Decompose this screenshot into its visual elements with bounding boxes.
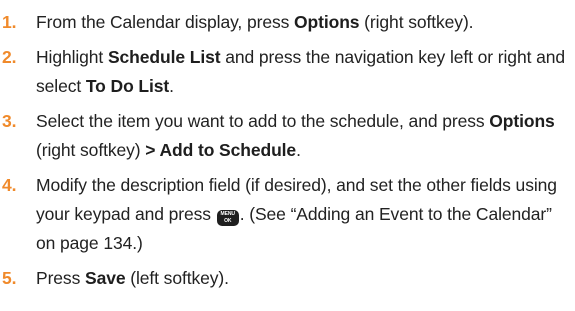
menu-ok-key-icon: MENU OK <box>216 210 239 226</box>
step-text-segment: From the Calendar display, press <box>36 12 295 32</box>
step-text-segment: . <box>296 140 301 160</box>
step-item: 4. Modify the description field (if desir… <box>0 171 567 258</box>
step-text-segment: Press <box>36 268 85 288</box>
step-text-segment: (left softkey). <box>125 268 229 288</box>
step-number: 4. <box>2 175 17 195</box>
step-emphasis: Schedule List <box>107 47 221 67</box>
step-text: Press Save (left softkey). <box>36 268 229 288</box>
step-number: 3. <box>2 111 17 131</box>
step-text-segment: (right softkey) <box>36 140 146 160</box>
step-emphasis: > Add to Schedule <box>145 140 297 160</box>
step-item: 1. From the Calendar display, press Optio… <box>0 8 567 37</box>
step-item: 5. Press Save (left softkey). <box>0 264 567 293</box>
step-emphasis: Options <box>294 12 360 32</box>
step-number: 1. <box>2 12 17 32</box>
step-text-segment: (right softkey). <box>359 12 474 32</box>
step-text: Highlight Schedule List and press the na… <box>36 47 565 96</box>
step-emphasis: Options <box>489 111 555 131</box>
step-text-segment: Select the item you want to add to the s… <box>36 111 490 131</box>
step-text: Modify the description field (if desired… <box>36 175 557 253</box>
step-text: Select the item you want to add to the s… <box>36 111 555 160</box>
step-number: 2. <box>2 47 17 67</box>
step-text: From the Calendar display, press Options… <box>36 12 474 32</box>
step-item: 2. Highlight Schedule List and press the … <box>0 43 567 101</box>
step-emphasis: Save <box>85 268 126 288</box>
step-item: 3. Select the item you want to add to the… <box>0 107 567 165</box>
instruction-steps-list: 1. From the Calendar display, press Optio… <box>0 0 575 293</box>
step-emphasis: To Do List <box>85 76 170 96</box>
step-text-segment: . <box>169 76 174 96</box>
step-number: 5. <box>2 268 17 288</box>
step-text-segment: Highlight <box>36 47 108 67</box>
